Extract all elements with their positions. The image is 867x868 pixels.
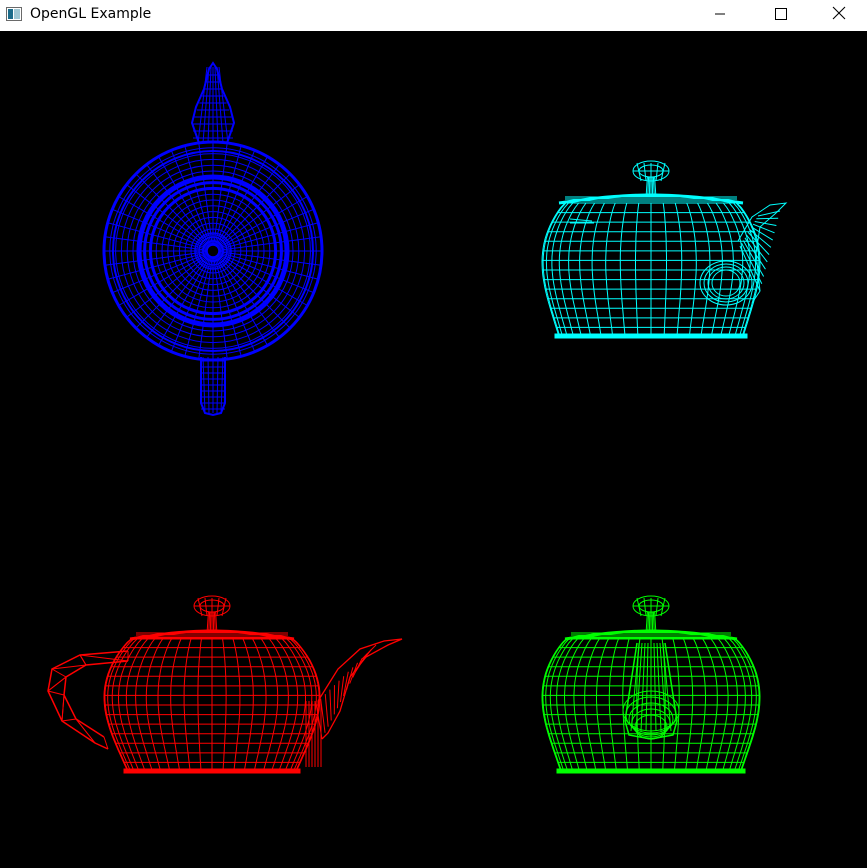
wire-line (213, 611, 216, 632)
gl-canvas (47, 61, 788, 774)
wire-line (329, 689, 332, 721)
wire-line (79, 654, 129, 662)
wire-line (79, 654, 87, 666)
wire-line (711, 269, 741, 297)
close-button[interactable] (810, 0, 867, 31)
wire-line (645, 176, 648, 196)
wire-line (647, 176, 650, 196)
wire-line (652, 611, 655, 632)
wire-base (554, 333, 748, 339)
gl-viewport[interactable] (0, 31, 867, 868)
minimize-icon (714, 7, 726, 25)
wire-line (707, 266, 745, 300)
window-title: OpenGL Example (30, 6, 152, 22)
wire-base (556, 768, 746, 774)
wire-line (652, 176, 655, 196)
wire-line (569, 218, 593, 222)
wire-line (752, 223, 775, 234)
wire-line (317, 638, 403, 740)
teapot-back-view (541, 595, 761, 774)
opengl-window: OpenGL Example (0, 0, 867, 868)
close-icon (832, 6, 846, 25)
maximize-button[interactable] (752, 0, 810, 31)
wire-line (653, 642, 657, 732)
wire-line (215, 611, 218, 632)
wire-ring (206, 244, 220, 258)
teapot-top-view (102, 61, 324, 417)
wire-line (757, 210, 781, 217)
wire-line (647, 611, 650, 632)
teapot-front-view (47, 595, 403, 774)
wire-line (737, 202, 788, 304)
opengl-app-icon (6, 7, 22, 21)
wire-line (207, 356, 210, 414)
teapot-side-view (541, 160, 788, 339)
wire-line (206, 611, 209, 632)
wire-line (75, 718, 96, 744)
wire-line (208, 611, 211, 632)
wire-line (51, 668, 67, 678)
wire-line (324, 694, 329, 727)
wire-line (61, 718, 77, 722)
wire-line (654, 611, 657, 632)
maximize-icon (775, 7, 787, 25)
wire-line (645, 611, 648, 632)
wire-line (645, 642, 649, 732)
title-bar[interactable]: OpenGL Example (0, 0, 867, 31)
wire-line (654, 176, 657, 196)
wire-line (216, 356, 219, 414)
wire-base (123, 768, 301, 774)
wire-line (61, 694, 65, 722)
wire-line (336, 680, 340, 709)
minimize-button[interactable] (691, 0, 749, 31)
